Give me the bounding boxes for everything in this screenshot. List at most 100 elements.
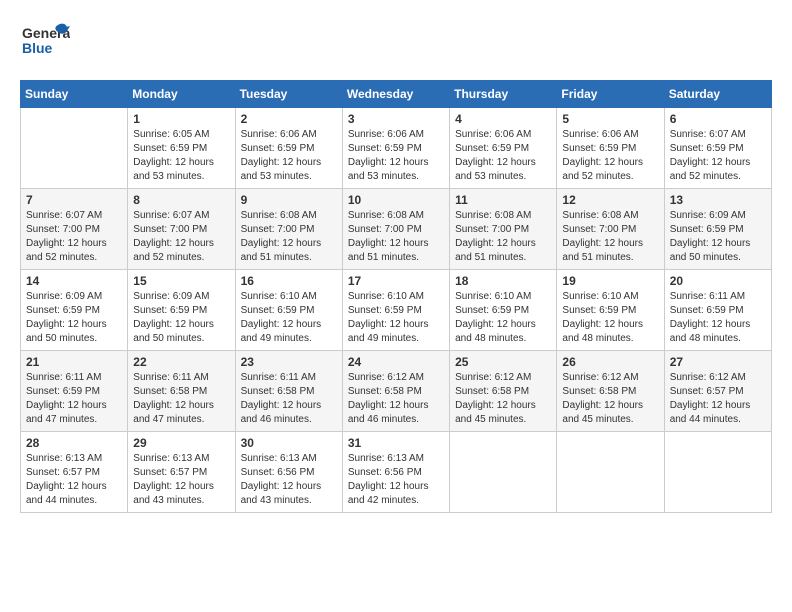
day-number: 19 xyxy=(562,274,658,288)
day-number: 30 xyxy=(241,436,337,450)
day-cell: 31 Sunrise: 6:13 AMSunset: 6:56 PMDayligh… xyxy=(342,432,449,513)
day-cell: 21Sunrise: 6:11 AMSunset: 6:59 PMDayligh… xyxy=(21,351,128,432)
day-number: 23 xyxy=(241,355,337,369)
day-cell: 2 Sunrise: 6:06 AMSunset: 6:59 PMDaylight… xyxy=(235,108,342,189)
day-number: 5 xyxy=(562,112,658,126)
day-number: 21 xyxy=(26,355,122,369)
day-number: 26 xyxy=(562,355,658,369)
day-cell: 23 Sunrise: 6:11 AMSunset: 6:58 PMDayligh… xyxy=(235,351,342,432)
day-cell xyxy=(557,432,664,513)
day-info: Sunrise: 6:06 AMSunset: 6:59 PMDaylight:… xyxy=(562,128,658,184)
day-info: Sunrise: 6:09 AMSunset: 6:59 PMDaylight:… xyxy=(26,290,122,346)
day-cell: 25 Sunrise: 6:12 AMSunset: 6:58 PMDayligh… xyxy=(450,351,557,432)
day-number: 17 xyxy=(348,274,444,288)
day-cell: 12Sunrise: 6:08 AMSunset: 7:00 PMDayligh… xyxy=(557,189,664,270)
day-cell: 26 Sunrise: 6:12 AMSunset: 6:58 PMDayligh… xyxy=(557,351,664,432)
day-number: 22 xyxy=(133,355,229,369)
day-cell: 27 Sunrise: 6:12 AMSunset: 6:57 PMDayligh… xyxy=(664,351,771,432)
day-info: Sunrise: 6:09 AMSunset: 6:59 PMDaylight:… xyxy=(133,290,229,346)
day-info: Sunrise: 6:10 AMSunset: 6:59 PMDaylight:… xyxy=(348,290,444,346)
day-number: 28 xyxy=(26,436,122,450)
day-number: 12 xyxy=(562,193,658,207)
day-number: 18 xyxy=(455,274,551,288)
day-cell: 7 Sunrise: 6:07 AMSunset: 7:00 PMDaylight… xyxy=(21,189,128,270)
day-cell: 8 Sunrise: 6:07 AMSunset: 7:00 PMDaylight… xyxy=(128,189,235,270)
page-header: General Blue xyxy=(20,20,772,70)
day-cell: 15 Sunrise: 6:09 AMSunset: 6:59 PMDayligh… xyxy=(128,270,235,351)
day-number: 6 xyxy=(670,112,766,126)
day-info: Sunrise: 6:07 AMSunset: 7:00 PMDaylight:… xyxy=(26,209,122,265)
day-info: Sunrise: 6:13 AMSunset: 6:56 PMDaylight:… xyxy=(241,452,337,508)
day-info: Sunrise: 6:12 AMSunset: 6:58 PMDaylight:… xyxy=(348,371,444,427)
day-cell: 20 Sunrise: 6:11 AMSunset: 6:59 PMDayligh… xyxy=(664,270,771,351)
day-number: 27 xyxy=(670,355,766,369)
day-header-wednesday: Wednesday xyxy=(342,81,449,108)
day-number: 4 xyxy=(455,112,551,126)
day-header-saturday: Saturday xyxy=(664,81,771,108)
day-info: Sunrise: 6:05 AMSunset: 6:59 PMDaylight:… xyxy=(133,128,229,184)
day-cell: 16Sunrise: 6:10 AMSunset: 6:59 PMDayligh… xyxy=(235,270,342,351)
day-header-friday: Friday xyxy=(557,81,664,108)
day-info: Sunrise: 6:07 AMSunset: 7:00 PMDaylight:… xyxy=(133,209,229,265)
day-info: Sunrise: 6:11 AMSunset: 6:58 PMDaylight:… xyxy=(241,371,337,427)
day-info: Sunrise: 6:13 AMSunset: 6:57 PMDaylight:… xyxy=(133,452,229,508)
week-row-5: 28 Sunrise: 6:13 AMSunset: 6:57 PMDayligh… xyxy=(21,432,772,513)
day-cell: 18 Sunrise: 6:10 AMSunset: 6:59 PMDayligh… xyxy=(450,270,557,351)
day-number: 7 xyxy=(26,193,122,207)
day-cell: 6 Sunrise: 6:07 AMSunset: 6:59 PMDaylight… xyxy=(664,108,771,189)
day-cell xyxy=(450,432,557,513)
day-info: Sunrise: 6:11 AMSunset: 6:59 PMDaylight:… xyxy=(670,290,766,346)
day-cell: 3Sunrise: 6:06 AMSunset: 6:59 PMDaylight… xyxy=(342,108,449,189)
day-cell: 1 Sunrise: 6:05 AMSunset: 6:59 PMDaylight… xyxy=(128,108,235,189)
day-info: Sunrise: 6:08 AMSunset: 7:00 PMDaylight:… xyxy=(241,209,337,265)
day-number: 15 xyxy=(133,274,229,288)
day-cell: 19 Sunrise: 6:10 AMSunset: 6:59 PMDayligh… xyxy=(557,270,664,351)
week-row-4: 21Sunrise: 6:11 AMSunset: 6:59 PMDayligh… xyxy=(21,351,772,432)
day-cell: 11 Sunrise: 6:08 AMSunset: 7:00 PMDayligh… xyxy=(450,189,557,270)
day-info: Sunrise: 6:12 AMSunset: 6:57 PMDaylight:… xyxy=(670,371,766,427)
day-number: 10 xyxy=(348,193,444,207)
day-info: Sunrise: 6:07 AMSunset: 6:59 PMDaylight:… xyxy=(670,128,766,184)
day-number: 29 xyxy=(133,436,229,450)
days-header-row: SundayMondayTuesdayWednesdayThursdayFrid… xyxy=(21,81,772,108)
day-info: Sunrise: 6:09 AMSunset: 6:59 PMDaylight:… xyxy=(670,209,766,265)
day-info: Sunrise: 6:10 AMSunset: 6:59 PMDaylight:… xyxy=(562,290,658,346)
day-cell xyxy=(21,108,128,189)
day-cell: 10 Sunrise: 6:08 AMSunset: 7:00 PMDayligh… xyxy=(342,189,449,270)
day-header-thursday: Thursday xyxy=(450,81,557,108)
day-cell: 29 Sunrise: 6:13 AMSunset: 6:57 PMDayligh… xyxy=(128,432,235,513)
day-number: 24 xyxy=(348,355,444,369)
day-number: 8 xyxy=(133,193,229,207)
day-cell: 14 Sunrise: 6:09 AMSunset: 6:59 PMDayligh… xyxy=(21,270,128,351)
day-info: Sunrise: 6:06 AMSunset: 6:59 PMDaylight:… xyxy=(348,128,444,184)
day-info: Sunrise: 6:10 AMSunset: 6:59 PMDaylight:… xyxy=(455,290,551,346)
day-info: Sunrise: 6:12 AMSunset: 6:58 PMDaylight:… xyxy=(562,371,658,427)
day-info: Sunrise: 6:08 AMSunset: 7:00 PMDaylight:… xyxy=(348,209,444,265)
day-info: Sunrise: 6:13 AMSunset: 6:57 PMDaylight:… xyxy=(26,452,122,508)
day-number: 2 xyxy=(241,112,337,126)
week-row-1: 1 Sunrise: 6:05 AMSunset: 6:59 PMDaylight… xyxy=(21,108,772,189)
day-number: 13 xyxy=(670,193,766,207)
logo: General Blue xyxy=(20,20,70,70)
day-cell: 4Sunrise: 6:06 AMSunset: 6:59 PMDaylight… xyxy=(450,108,557,189)
day-cell xyxy=(664,432,771,513)
day-number: 31 xyxy=(348,436,444,450)
day-info: Sunrise: 6:12 AMSunset: 6:58 PMDaylight:… xyxy=(455,371,551,427)
week-row-2: 7 Sunrise: 6:07 AMSunset: 7:00 PMDaylight… xyxy=(21,189,772,270)
day-cell: 13 Sunrise: 6:09 AMSunset: 6:59 PMDayligh… xyxy=(664,189,771,270)
day-cell: 22Sunrise: 6:11 AMSunset: 6:58 PMDayligh… xyxy=(128,351,235,432)
day-number: 11 xyxy=(455,193,551,207)
day-cell: 28 Sunrise: 6:13 AMSunset: 6:57 PMDayligh… xyxy=(21,432,128,513)
day-number: 14 xyxy=(26,274,122,288)
week-row-3: 14 Sunrise: 6:09 AMSunset: 6:59 PMDayligh… xyxy=(21,270,772,351)
day-number: 1 xyxy=(133,112,229,126)
day-info: Sunrise: 6:06 AMSunset: 6:59 PMDaylight:… xyxy=(241,128,337,184)
day-cell: 17 Sunrise: 6:10 AMSunset: 6:59 PMDayligh… xyxy=(342,270,449,351)
day-number: 20 xyxy=(670,274,766,288)
day-info: Sunrise: 6:13 AMSunset: 6:56 PMDaylight:… xyxy=(348,452,444,508)
day-info: Sunrise: 6:08 AMSunset: 7:00 PMDaylight:… xyxy=(455,209,551,265)
day-number: 25 xyxy=(455,355,551,369)
day-info: Sunrise: 6:10 AMSunset: 6:59 PMDaylight:… xyxy=(241,290,337,346)
day-cell: 9Sunrise: 6:08 AMSunset: 7:00 PMDaylight… xyxy=(235,189,342,270)
day-header-monday: Monday xyxy=(128,81,235,108)
